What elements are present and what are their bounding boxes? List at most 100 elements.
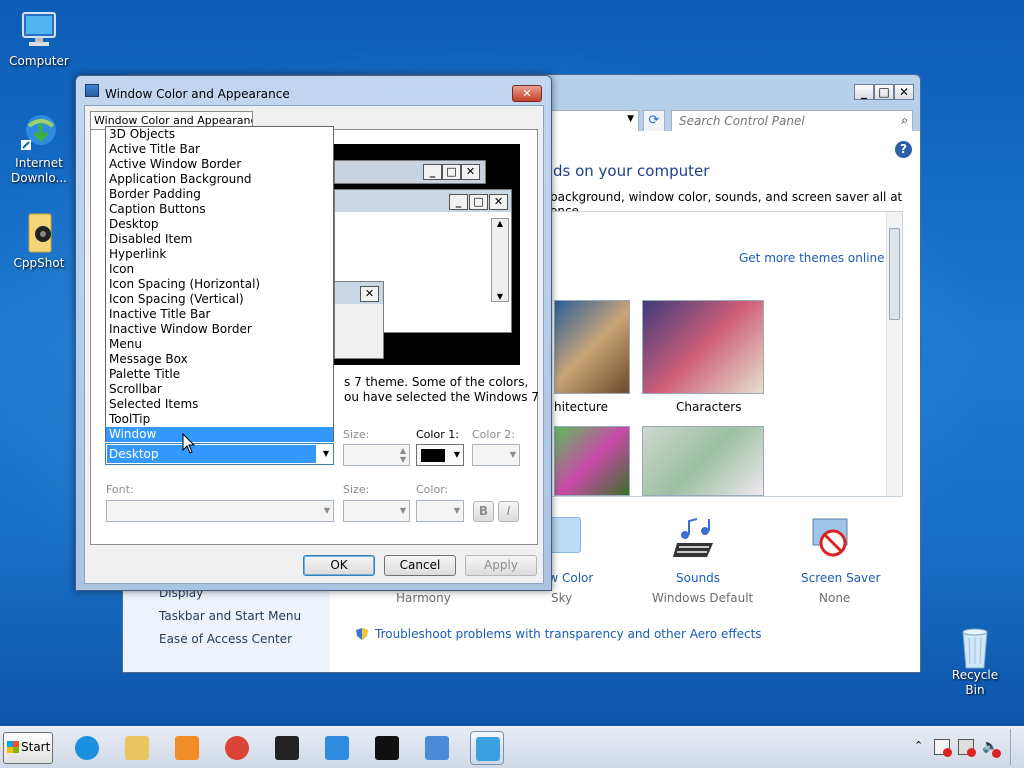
window-color-value: Sky	[551, 591, 573, 605]
action-center-icon[interactable]	[934, 739, 952, 757]
taskbar-app-button[interactable]	[370, 731, 404, 765]
show-desktop-button[interactable]	[1010, 729, 1022, 765]
themes-list[interactable]: Get more themes online hitecture Charact…	[541, 211, 903, 497]
search-input[interactable]	[672, 111, 882, 131]
dropdown-option[interactable]: Disabled Item	[106, 232, 333, 247]
taskbar-app-button[interactable]	[70, 731, 104, 765]
themes-scrollbar[interactable]	[886, 212, 902, 496]
windows-explorer-icon	[125, 736, 149, 760]
cancel-button[interactable]: Cancel	[384, 555, 456, 576]
minimize-icon: _	[449, 194, 468, 210]
dropdown-option[interactable]: ToolTip	[106, 412, 333, 427]
sounds-icon[interactable]	[671, 517, 719, 561]
sidebar-link-ease-of-access[interactable]: Ease of Access Center	[159, 632, 292, 646]
desktop-icon-recycle-bin[interactable]: Recycle Bin	[942, 624, 1008, 698]
refresh-button[interactable]: ⟳	[643, 110, 665, 132]
font-size-combo[interactable]: ▼	[343, 500, 410, 522]
dialog-close-button[interactable]: ✕	[512, 85, 542, 102]
internet-explorer-icon	[75, 736, 99, 760]
dropdown-option[interactable]: Application Background	[106, 172, 333, 187]
taskbar-app-button[interactable]	[470, 731, 504, 765]
desktop-icon-internet-download-manager[interactable]: Internet Downlo...	[6, 112, 72, 186]
dropdown-option[interactable]: Hyperlink	[106, 247, 333, 262]
theme-architecture-thumbnail[interactable]	[554, 300, 630, 394]
preview-scrollbar: ▲ ▼	[491, 218, 509, 302]
screen-saver-link[interactable]: Screen Saver	[801, 571, 880, 585]
dropdown-option[interactable]: 3D Objects	[106, 127, 333, 142]
bold-button[interactable]: B	[473, 501, 494, 522]
dropdown-option[interactable]: Icon Spacing (Vertical)	[106, 292, 333, 307]
search-box[interactable]: ⌕	[671, 110, 913, 132]
sounds-link[interactable]: Sounds	[676, 571, 720, 585]
theme-label: Characters	[676, 400, 742, 414]
sounds-value: Windows Default	[652, 591, 754, 605]
taskbar-app-button[interactable]	[320, 731, 354, 765]
maximize-icon: □	[469, 194, 488, 210]
desktop-icon-cppshot[interactable]: CppShot	[6, 212, 72, 271]
taskbar-app-button[interactable]	[120, 731, 154, 765]
internet-download-manager-icon	[19, 112, 59, 152]
dropdown-option[interactable]: Active Title Bar	[106, 142, 333, 157]
font-combo[interactable]: ▼	[106, 500, 334, 522]
chevron-down-icon: ▼	[323, 506, 330, 515]
color2-label: Color 2:	[472, 428, 515, 441]
screen-saver-icon[interactable]	[811, 517, 853, 559]
scrollbar-thumb[interactable]	[889, 228, 900, 320]
color1-picker[interactable]: ▼	[416, 444, 464, 466]
italic-button[interactable]: I	[498, 501, 519, 522]
dropdown-option[interactable]: Active Window Border	[106, 157, 333, 172]
dropdown-option[interactable]: Window	[106, 427, 333, 442]
windows-logo-icon	[7, 741, 19, 753]
theme-thumbnail[interactable]	[554, 426, 630, 496]
size-label: Size:	[343, 428, 370, 441]
color2-picker[interactable]: ▼	[472, 444, 520, 466]
start-button[interactable]: Start	[3, 732, 53, 764]
taskbar-app-button[interactable]	[420, 731, 454, 765]
dropdown-option[interactable]: Palette Title	[106, 367, 333, 382]
show-hidden-icons-icon[interactable]: ⌃	[914, 739, 923, 752]
item-dropdown-list[interactable]: 3D Objects Active Title Bar Active Window …	[105, 126, 334, 442]
dropdown-option[interactable]: Caption Buttons	[106, 202, 333, 217]
harmony-label: Harmony	[396, 591, 451, 605]
appearance-preview: _ □ ✕ _ □ ✕ ▲ ▼ ✕	[334, 144, 520, 365]
get-more-themes-link[interactable]: Get more themes online	[739, 251, 885, 265]
dropdown-option[interactable]: Inactive Window Border	[106, 322, 333, 337]
page-heading: ds on your computer	[553, 162, 710, 180]
dropdown-option[interactable]: Inactive Title Bar	[106, 307, 333, 322]
troubleshoot-link[interactable]: Troubleshoot problems with transparency …	[375, 627, 762, 641]
taskbar-app-button[interactable]	[270, 731, 304, 765]
minimize-button[interactable]: _	[854, 84, 874, 100]
dropdown-option[interactable]: Scrollbar	[106, 382, 333, 397]
font-size-label: Size:	[343, 483, 370, 496]
font-color-combo[interactable]: ▼	[416, 500, 464, 522]
dropdown-option[interactable]: Icon Spacing (Horizontal)	[106, 277, 333, 292]
item-combo[interactable]: Desktop ▼	[105, 443, 334, 465]
taskbar-app-button[interactable]	[170, 731, 204, 765]
help-icon[interactable]: ?	[895, 141, 912, 158]
apply-button[interactable]: Apply	[465, 555, 537, 576]
preview-message-box: ✕	[334, 281, 384, 359]
volume-icon[interactable]: 🔈	[982, 739, 1001, 758]
dropdown-option[interactable]: Border Padding	[106, 187, 333, 202]
ok-button[interactable]: OK	[303, 555, 375, 576]
desktop-icon-label: Computer	[9, 54, 69, 68]
maximize-button[interactable]: □	[874, 84, 894, 100]
dropdown-option[interactable]: Icon	[106, 262, 333, 277]
mouse-cursor-icon	[182, 432, 196, 458]
close-button[interactable]: ✕	[894, 84, 914, 100]
chevron-down-icon: ▼	[453, 506, 460, 515]
chevron-down-icon: ▼	[399, 506, 406, 515]
dropdown-option[interactable]: Desktop	[106, 217, 333, 232]
dropdown-option[interactable]: Menu	[106, 337, 333, 352]
dropdown-option[interactable]: Selected Items	[106, 397, 333, 412]
taskbar-app-button[interactable]	[220, 731, 254, 765]
theme-characters-thumbnail[interactable]	[642, 300, 764, 394]
address-bar[interactable]: ▼	[543, 110, 639, 132]
item-size-spinner[interactable]: ▲ ▼	[343, 444, 410, 466]
dropdown-option[interactable]: Message Box	[106, 352, 333, 367]
desktop-icon-computer[interactable]: Computer	[6, 10, 72, 69]
network-icon[interactable]	[958, 739, 976, 757]
color1-label: Color 1:	[416, 428, 459, 441]
theme-thumbnail[interactable]	[642, 426, 764, 496]
sidebar-link-taskbar[interactable]: Taskbar and Start Menu	[159, 609, 301, 623]
